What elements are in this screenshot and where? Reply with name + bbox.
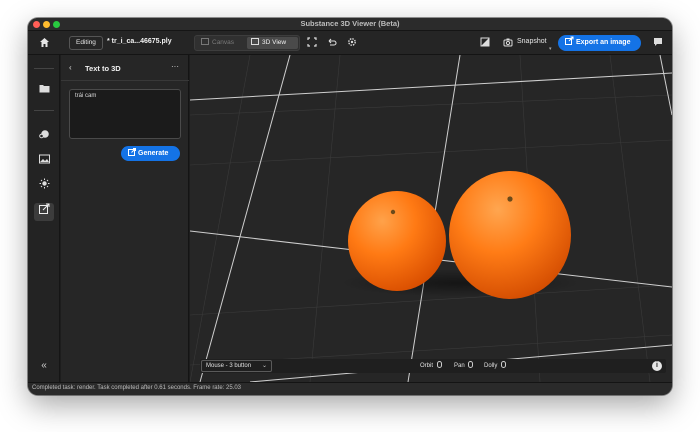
export-icon bbox=[565, 35, 574, 51]
generate-button[interactable]: Generate bbox=[121, 146, 180, 161]
back-icon[interactable]: ‹ bbox=[69, 63, 72, 72]
folder-icon[interactable] bbox=[34, 82, 54, 100]
orbit-hint: Orbit bbox=[420, 361, 442, 371]
mouse-left-icon bbox=[436, 361, 442, 368]
mouse-mode-value: Mouse - 3 button bbox=[206, 363, 252, 369]
text-to-3d-icon[interactable] bbox=[34, 203, 54, 221]
generate-icon bbox=[128, 146, 136, 161]
mouse-scroll-icon bbox=[501, 361, 507, 368]
more-options-icon[interactable]: ··· bbox=[171, 62, 179, 71]
generate-label: Generate bbox=[138, 150, 169, 157]
dolly-label: Dolly bbox=[484, 363, 498, 369]
camera-icon[interactable] bbox=[502, 37, 514, 51]
left-toolbar-divider bbox=[34, 110, 54, 111]
pan-hint: Pan bbox=[454, 361, 474, 371]
mouse-mode-select[interactable]: Mouse - 3 button ⌄ bbox=[201, 360, 272, 372]
frame-icon[interactable] bbox=[306, 37, 318, 51]
snapshot-dropdown-icon[interactable]: ▾ bbox=[549, 46, 552, 52]
file-name: * tr_i_ca...46675.ply bbox=[107, 38, 172, 45]
left-toolbar: « bbox=[28, 55, 60, 382]
editing-mode-button[interactable]: Editing bbox=[69, 36, 103, 50]
dolly-hint: Dolly bbox=[484, 361, 507, 371]
panel-divider bbox=[61, 80, 189, 81]
export-image-label: Export an image bbox=[576, 39, 631, 46]
3d-viewport[interactable]: Mouse - 3 button ⌄ Orbit Pan Dolly i bbox=[190, 55, 672, 382]
info-icon[interactable]: i bbox=[652, 361, 662, 371]
home-icon[interactable] bbox=[37, 37, 51, 52]
orange-right[interactable] bbox=[449, 171, 571, 299]
main-toolbar: Editing * tr_i_ca...46675.ply Canvas 3D … bbox=[28, 31, 672, 55]
text-to-3d-panel: ‹ Text to 3D ··· trái cam Generate bbox=[61, 55, 189, 382]
snapshot-button[interactable]: Snapshot bbox=[517, 38, 547, 45]
title-bar: Substance 3D Viewer (Beta) bbox=[28, 18, 672, 31]
light-icon[interactable] bbox=[34, 178, 54, 196]
collapse-icon[interactable]: « bbox=[34, 357, 54, 375]
3d-view-tab-label: 3D View bbox=[262, 39, 287, 46]
status-bar: Completed task: render. Task completed a… bbox=[28, 382, 672, 395]
prompt-text: trái cam bbox=[75, 93, 97, 99]
orange-left[interactable] bbox=[348, 191, 446, 291]
background-icon[interactable] bbox=[479, 37, 491, 51]
undo-icon[interactable] bbox=[326, 37, 338, 51]
3d-view-icon bbox=[251, 38, 259, 45]
prompt-input[interactable]: trái cam bbox=[69, 89, 181, 139]
canvas-tab[interactable]: Canvas bbox=[197, 37, 245, 49]
environment-icon[interactable] bbox=[34, 153, 54, 171]
canvas-icon bbox=[201, 38, 209, 45]
chevron-down-icon: ⌄ bbox=[261, 363, 267, 369]
settings-icon[interactable] bbox=[346, 37, 358, 51]
pan-label: Pan bbox=[454, 363, 465, 369]
viewport-bottom-bar: Mouse - 3 button ⌄ Orbit Pan Dolly i bbox=[200, 359, 666, 373]
orbit-label: Orbit bbox=[420, 363, 434, 369]
mouse-middle-icon bbox=[468, 361, 474, 368]
materials-icon[interactable] bbox=[34, 128, 54, 146]
feedback-icon[interactable] bbox=[652, 37, 664, 51]
viewport-scene[interactable] bbox=[190, 55, 672, 382]
canvas-tab-label: Canvas bbox=[212, 39, 235, 46]
panel-title: Text to 3D bbox=[85, 64, 121, 73]
3d-view-tab[interactable]: 3D View bbox=[247, 37, 298, 49]
status-text: Completed task: render. Task completed a… bbox=[32, 385, 242, 391]
view-switcher: Canvas 3D View bbox=[194, 35, 300, 51]
app-window: Substance 3D Viewer (Beta) Editing * tr_… bbox=[28, 18, 672, 395]
window-title: Substance 3D Viewer (Beta) bbox=[300, 19, 400, 28]
left-toolbar-divider bbox=[34, 68, 54, 69]
export-image-button[interactable]: Export an image bbox=[558, 35, 641, 51]
